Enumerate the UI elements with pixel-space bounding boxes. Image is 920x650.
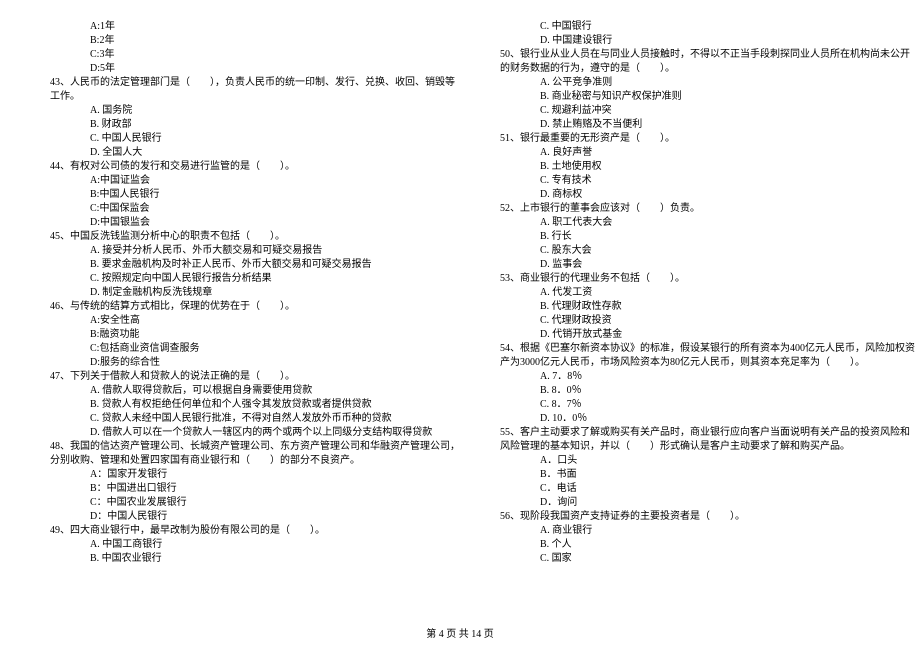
option-line: A. 代发工资 xyxy=(480,286,915,300)
question-line: 风险管理的基本知识，并以（ ）形式确认是客户主动要求了解和购买产品。 xyxy=(480,440,915,454)
option-line: D：中国人民银行 xyxy=(30,510,460,524)
option-line: C：中国农业发展银行 xyxy=(30,496,460,510)
option-line: B. 土地使用权 xyxy=(480,160,915,174)
option-line: B：中国进出口银行 xyxy=(30,482,460,496)
question-line: 分别收购、管理和处置四家国有商业银行和（ ）的部分不良资产。 xyxy=(30,454,460,468)
option-line: C．电话 xyxy=(480,482,915,496)
option-line: C:中国保监会 xyxy=(30,202,460,216)
option-line: C. 中国人民银行 xyxy=(30,132,460,146)
option-line: A. 职工代表大会 xyxy=(480,216,915,230)
option-line: D. 借款人可以在一个贷款人一辖区内的两个或两个以上同级分支结构取得贷款 xyxy=(30,426,460,440)
option-line: A. 商业银行 xyxy=(480,524,915,538)
option-line: A:中国证监会 xyxy=(30,174,460,188)
question-line: 45、中国反洗钱监测分析中心的职责不包括（ ）。 xyxy=(30,230,460,244)
question-line: 54、根据《巴塞尔新资本协议》的标准，假设某银行的所有资本为400亿元人民币，风… xyxy=(480,342,915,356)
option-line: A. 良好声誉 xyxy=(480,146,915,160)
question-line: 53、商业银行的代理业务不包括（ ）。 xyxy=(480,272,915,286)
option-line: C. 规避利益冲突 xyxy=(480,104,915,118)
option-line: A. 公平竞争准则 xyxy=(480,76,915,90)
option-line: D. 禁止贿赂及不当便利 xyxy=(480,118,915,132)
question-line: 44、有权对公司债的发行和交易进行监管的是（ ）。 xyxy=(30,160,460,174)
option-line: B. 商业秘密与知识产权保护准则 xyxy=(480,90,915,104)
option-line: A:1年 xyxy=(30,20,460,34)
option-line: A. 国务院 xyxy=(30,104,460,118)
option-line: B. 要求金融机构及时补正人民币、外币大额交易和可疑交易报告 xyxy=(30,258,460,272)
option-line: D. 全国人大 xyxy=(30,146,460,160)
question-line: 的财务数据的行为，遵守的是（ ）。 xyxy=(480,62,915,76)
option-line: B．书面 xyxy=(480,468,915,482)
option-line: D．询问 xyxy=(480,496,915,510)
question-line: 49、四大商业银行中，最早改制为股份有限公司的是（ ）。 xyxy=(30,524,460,538)
question-line: 55、客户主动要求了解或购买有关产品时，商业银行应向客户当面说明有关产品的投资风… xyxy=(480,426,915,440)
option-line: B. 财政部 xyxy=(30,118,460,132)
question-line: 43、人民币的法定管理部门是（ ），负责人民币的统一印制、发行、兑换、收回、销毁… xyxy=(30,76,460,90)
option-line: A：国家开发银行 xyxy=(30,468,460,482)
option-line: D. 中国建设银行 xyxy=(480,34,915,48)
option-line: D. 制定金融机构反洗钱规章 xyxy=(30,286,460,300)
option-line: D:5年 xyxy=(30,62,460,76)
question-line: 50、银行业从业人员在与同业人员接触时，不得以不正当手段刺探同业人员所在机构尚未… xyxy=(480,48,915,62)
question-line: 56、现阶段我国资产支持证券的主要投资者是（ ）。 xyxy=(480,510,915,524)
option-line: B. 8．0％ xyxy=(480,384,915,398)
option-line: A．口头 xyxy=(480,454,915,468)
question-line: 52、上市银行的董事会应该对（ ）负责。 xyxy=(480,202,915,216)
option-line: D. 监事会 xyxy=(480,258,915,272)
question-line: 47、下列关于借款人和贷款人的说法正确的是（ ）。 xyxy=(30,370,460,384)
left-column: A:1年B:2年C:3年D:5年43、人民币的法定管理部门是（ ），负责人民币的… xyxy=(30,20,460,615)
question-line: 工作。 xyxy=(30,90,460,104)
option-line: D. 商标权 xyxy=(480,188,915,202)
option-line: A:安全性高 xyxy=(30,314,460,328)
option-line: C. 国家 xyxy=(480,552,915,566)
option-line: D:服务的综合性 xyxy=(30,356,460,370)
option-line: B:融资功能 xyxy=(30,328,460,342)
option-line: B:2年 xyxy=(30,34,460,48)
option-line: C. 8．7％ xyxy=(480,398,915,412)
option-line: C. 专有技术 xyxy=(480,174,915,188)
option-line: D. 10．0％ xyxy=(480,412,915,426)
question-line: 产为3000亿元人民币，市场风险资本为80亿元人民币，则其资本充足率为（ ）。 xyxy=(480,356,915,370)
option-line: A. 接受并分析人民币、外币大额交易和可疑交易报告 xyxy=(30,244,460,258)
option-line: C. 按照规定向中国人民银行报告分析结果 xyxy=(30,272,460,286)
option-line: D. 代销开放式基金 xyxy=(480,328,915,342)
option-line: A. 借款人取得贷款后，可以根据自身需要使用贷款 xyxy=(30,384,460,398)
option-line: B. 个人 xyxy=(480,538,915,552)
option-line: C:3年 xyxy=(30,48,460,62)
option-line: C. 代理财政投资 xyxy=(480,314,915,328)
option-line: A. 中国工商银行 xyxy=(30,538,460,552)
right-column: C. 中国银行D. 中国建设银行50、银行业从业人员在与同业人员接触时，不得以不… xyxy=(480,20,915,615)
option-line: C. 中国银行 xyxy=(480,20,915,34)
question-line: 46、与传统的结算方式相比，保理的优势在于（ ）。 xyxy=(30,300,460,314)
option-line: B. 行长 xyxy=(480,230,915,244)
option-line: C. 股东大会 xyxy=(480,244,915,258)
option-line: A. 7．8％ xyxy=(480,370,915,384)
option-line: B:中国人民银行 xyxy=(30,188,460,202)
option-line: B. 中国农业银行 xyxy=(30,552,460,566)
option-line: C:包括商业资信调查服务 xyxy=(30,342,460,356)
option-line: C. 贷款人未经中国人民银行批准，不得对自然人发放外币币种的贷款 xyxy=(30,412,460,426)
page-columns: A:1年B:2年C:3年D:5年43、人民币的法定管理部门是（ ），负责人民币的… xyxy=(30,20,890,615)
question-line: 48、我国的信达资产管理公司、长城资产管理公司、东方资产管理公司和华融资产管理公… xyxy=(30,440,460,454)
option-line: B. 贷款人有权拒绝任何单位和个人强令其发放贷款或者提供贷款 xyxy=(30,398,460,412)
page-footer: 第 4 页 共 14 页 xyxy=(0,625,920,640)
question-line: 51、银行最重要的无形资产是（ ）。 xyxy=(480,132,915,146)
option-line: D:中国银监会 xyxy=(30,216,460,230)
option-line: B. 代理财政性存款 xyxy=(480,300,915,314)
